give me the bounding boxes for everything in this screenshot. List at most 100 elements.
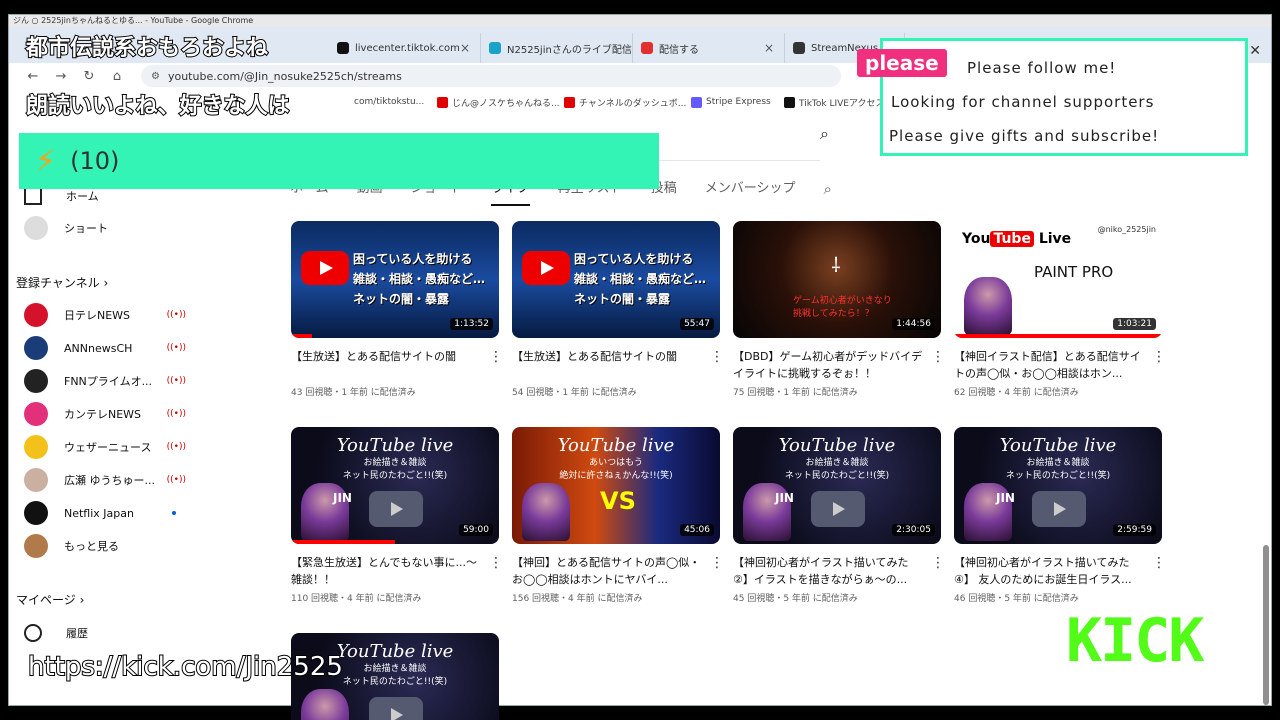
sidebar-item-label: ANNnewsCH <box>64 341 133 355</box>
video-card[interactable]: You Tube Live @niko_2525jin PAINT PRO 1:03:2… <box>954 221 1166 398</box>
window-close-icon[interactable]: ✕ <box>1249 43 1261 59</box>
tab-live-stream[interactable]: N2525jinさんのライブ配信 × <box>481 33 633 63</box>
channel-avatar <box>24 369 48 393</box>
video-thumbnail[interactable]: YouTube live お絵描き＆雑談 ネット民のたわごと!!(笑) JIN 2:30… <box>733 427 941 544</box>
address-bar[interactable]: ⚙ youtube.com/@Jin_nosuke2525ch/streams <box>141 65 841 87</box>
channel-avatar <box>24 501 48 525</box>
video-title[interactable]: 【神回】とある配信サイトの声◯似・お◯◯相談はホントにヤバイ... <box>512 554 702 588</box>
video-thumbnail[interactable]: YouTube live あいつはもう 絶対に許さねぇかんな!!(笑) VS 45:06 <box>512 427 720 544</box>
more-options-icon[interactable]: ⋮ <box>710 349 724 365</box>
youtube-play-icon <box>522 251 570 285</box>
youtube-icon <box>437 96 448 108</box>
more-options-icon[interactable]: ⋮ <box>710 555 724 571</box>
video-thumbnail[interactable]: YouTube live お絵描き＆雑談 ネット民のたわごと!!(笑) JIN 2:59… <box>954 427 1162 544</box>
more-options-icon[interactable]: ⋮ <box>489 349 503 365</box>
bookmark-item[interactable]: チャンネルのダッシュボ... <box>564 96 686 109</box>
live-indicator-icon: ((•)) <box>166 376 186 386</box>
tiktok-icon <box>337 42 349 54</box>
thumbnail-text: お絵描き＆雑談 ネット民のたわごと!!(笑) <box>342 458 448 481</box>
sidebar-item-channel[interactable]: Netflix Japan <box>16 499 186 527</box>
video-card[interactable]: YouTube live お絵描き＆雑談 ネット民のたわごと!!(笑) JIN 2:30… <box>733 427 945 604</box>
video-card[interactable]: 困っている人を助ける 雑談・相談・愚痴など… ネットの闇・暴露 55:47 【生放送】と… <box>512 221 724 398</box>
video-title[interactable]: 【生放送】とある配信サイトの闇 <box>291 348 481 382</box>
sidebar-item-history[interactable]: 履歴 <box>16 619 186 647</box>
video-thumbnail[interactable]: 困っている人を助ける 雑談・相談・愚痴など… ネットの闇・暴露 55:47 <box>512 221 720 338</box>
more-options-icon[interactable]: ⋮ <box>1152 555 1166 571</box>
video-card[interactable]: YouTube live あいつはもう 絶対に許さねぇかんな!!(笑) VS 45:06… <box>512 427 724 604</box>
thumbnail-text: JIN <box>996 491 1015 505</box>
sidebar-item-label: ショート <box>64 222 108 235</box>
play-icon <box>369 491 423 527</box>
youtube-search-icon[interactable]: ⌕ <box>820 124 829 144</box>
tab-tiktok-livecenter[interactable]: livecenter.tiktok.com × <box>329 33 481 63</box>
video-meta: 156 回視聴・4 年前 に配信済み <box>512 594 643 604</box>
sidebar-item-label: 広瀬 ゆうちゅー... <box>64 474 155 487</box>
video-title[interactable]: 【DBD】ゲーム初心者がデッドバイデイライトに挑戦するぞぉ！！ <box>733 348 923 382</box>
bookmark-item[interactable]: Stripe Express <box>691 96 771 108</box>
page-scrollbar[interactable] <box>1261 115 1271 705</box>
bookmark-item[interactable]: じん@ノスケちゃんねる... <box>437 96 560 109</box>
new-content-dot <box>172 511 176 515</box>
tab-go-live[interactable]: 配信する × <box>633 33 785 63</box>
back-button[interactable]: ← <box>19 69 47 84</box>
tab-membership[interactable]: メンバーシップ <box>705 176 796 202</box>
video-thumbnail[interactable]: ⸸ ゲーム初心者がいきなり 挑戦してみたら！？ 1:44:56 <box>733 221 941 338</box>
video-card[interactable]: YouTube live お絵描き＆雑談 ネット民のたわごと!!(笑) JIN 2:59… <box>954 427 1166 604</box>
broadcast-icon <box>641 42 653 54</box>
youtube-icon <box>564 96 575 108</box>
sidebar-item-channel[interactable]: ウェザーニュース ((•)) <box>16 433 186 461</box>
bookmark-label: com/tiktokstu... <box>354 97 425 107</box>
video-title[interactable]: 【神回イラスト配信】とある配信サイトの声◯似・お◯◯相談はホン... <box>954 348 1144 382</box>
video-thumbnail[interactable]: 困っている人を助ける 雑談・相談・愚痴など… ネットの闇・暴露 1:13:52 <box>291 221 499 338</box>
video-duration: 2:59:59 <box>1113 524 1156 536</box>
channel-avatar <box>24 435 48 459</box>
follow-line: Please follow me! <box>967 59 1117 77</box>
sidebar-item-label: Netflix Japan <box>64 506 134 520</box>
sidebar-item-show-more[interactable]: もっと見る <box>16 532 186 560</box>
close-icon[interactable]: × <box>460 41 470 55</box>
sidebar-item-channel[interactable]: FNNプライムオ... ((•)) <box>16 367 186 395</box>
home-icon <box>24 187 42 205</box>
video-title[interactable]: 【神回初心者がイラスト描いてみた②】イラストを描きながらぁ〜の... <box>733 554 923 588</box>
video-meta: 43 回視聴・1 年前 に配信済み <box>291 388 416 398</box>
sidebar-item-channel[interactable]: 広瀬 ゆうちゅー... ((•)) <box>16 466 186 494</box>
video-thumbnail[interactable]: You Tube Live @niko_2525jin PAINT PRO 1:03:2… <box>954 221 1162 338</box>
video-title[interactable]: 【緊急生放送】とんでもない事に...〜雑談！！ <box>291 554 481 588</box>
mypage-header[interactable]: マイページ › <box>16 591 84 608</box>
home-button[interactable]: ⌂ <box>103 69 131 84</box>
video-card[interactable]: YouTube live お絵描き＆雑談 ネット民のたわごと!!(笑) JIN 59:0… <box>291 427 503 604</box>
thumbnail-text: あいつはもう 絶対に許さねぇかんな!!(笑) <box>559 458 673 481</box>
scrollbar-thumb[interactable] <box>1263 545 1269 705</box>
bookmark-item[interactable]: TikTok LIVEアクセス <box>784 96 885 109</box>
sidebar-item-channel[interactable]: ANNnewsCH ((•)) <box>16 334 186 362</box>
follow-panel: please Please follow me! Looking for cha… <box>857 38 1248 156</box>
subscriptions-header[interactable]: 登録チャンネル › <box>16 274 108 291</box>
more-options-icon[interactable]: ⋮ <box>931 349 945 365</box>
close-icon[interactable]: × <box>764 41 774 55</box>
video-thumbnail[interactable]: YouTube live お絵描き＆雑談 ネット民のたわごと!!(笑) JIN 59:0… <box>291 427 499 544</box>
thumbnail-handle: @niko_2525jin <box>1097 225 1156 234</box>
video-card[interactable]: 困っている人を助ける 雑談・相談・愚痴など… ネットの闇・暴露 1:13:52 【生放送… <box>291 221 503 398</box>
thumbnail-text: お絵描き＆雑談 ネット民のたわごと!!(笑) <box>784 458 890 481</box>
bookmark-label: チャンネルのダッシュボ... <box>579 98 687 109</box>
sidebar-item-channel[interactable]: カンテレNEWS ((•)) <box>16 400 186 428</box>
channel-search-icon[interactable]: ⌕ <box>823 180 831 198</box>
sidebar-item-channel[interactable]: 日テレNEWS ((•)) <box>16 301 186 329</box>
reload-button[interactable]: ↻ <box>75 69 103 84</box>
bookmark-item[interactable]: com/tiktokstu... <box>354 97 424 107</box>
more-options-icon[interactable]: ⋮ <box>489 555 503 571</box>
video-title[interactable]: 【神回初心者がイラスト描いてみた④】 友人のためにお誕生日イラス... <box>954 554 1144 588</box>
tiktok-icon <box>784 96 795 108</box>
site-settings-icon[interactable]: ⚙ <box>151 71 160 82</box>
sidebar-item-shorts[interactable]: ショート <box>16 214 186 242</box>
video-card[interactable]: ⸸ ゲーム初心者がいきなり 挑戦してみたら！？ 1:44:56 【DBD】ゲーム初心者が… <box>733 221 945 398</box>
thumbnail-text: YouTube live <box>336 435 454 456</box>
sidebar-item-label: カンテレNEWS <box>64 408 142 421</box>
more-options-icon[interactable]: ⋮ <box>1152 349 1166 365</box>
video-title[interactable]: 【生放送】とある配信サイトの闇 <box>512 348 702 382</box>
more-options-icon[interactable]: ⋮ <box>931 555 945 571</box>
channel-avatar <box>24 468 48 492</box>
stripe-icon <box>691 96 702 108</box>
streamnexus-icon <box>793 42 805 54</box>
forward-button[interactable]: → <box>47 69 75 84</box>
